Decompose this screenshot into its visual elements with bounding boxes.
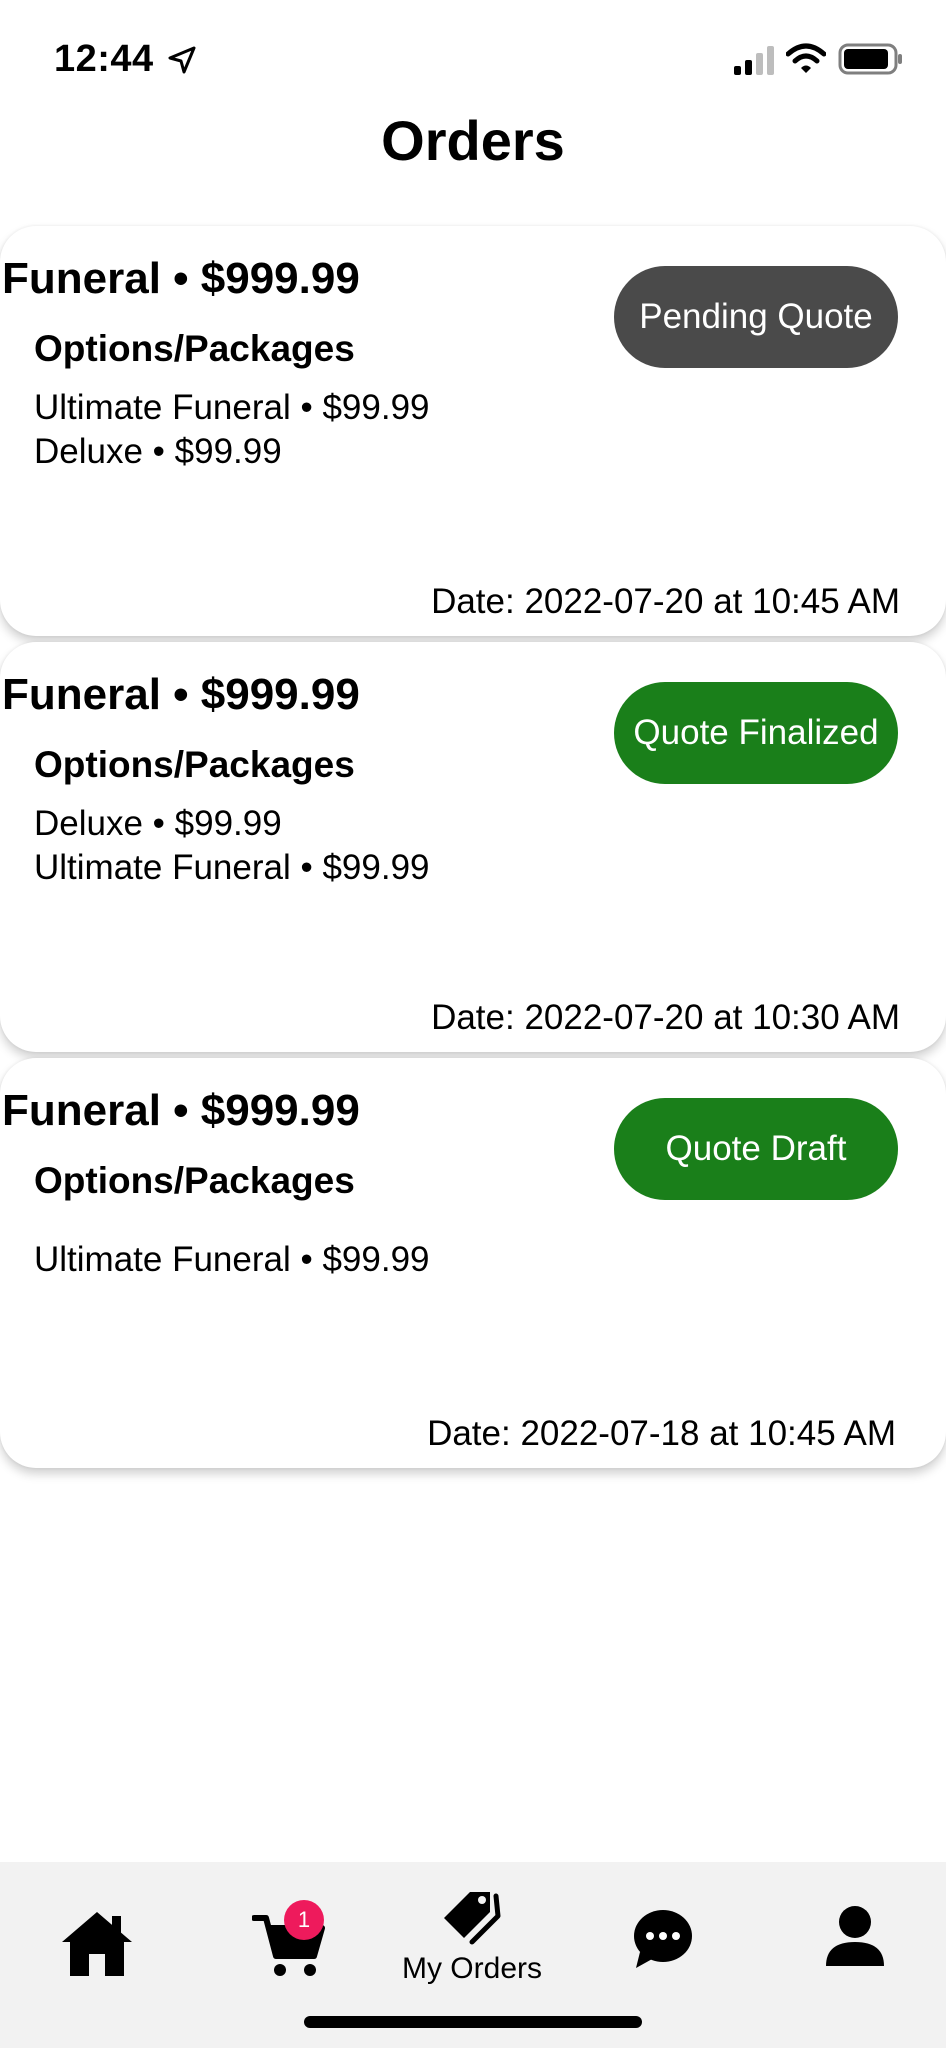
package-item: Deluxe • $99.99 <box>34 432 282 471</box>
order-title: Funeral • $999.99 <box>2 254 360 303</box>
package-list: Ultimate Funeral • $99.99 <box>34 1238 430 1282</box>
chat-icon[interactable] <box>632 1908 694 1970</box>
signal-icon <box>734 46 774 75</box>
status-badge-quote-draft[interactable]: Quote Draft <box>614 1098 898 1200</box>
tab-my-orders-label: My Orders <box>401 1952 542 1985</box>
package-item: Ultimate Funeral • $99.99 <box>34 388 430 427</box>
package-item: Ultimate Funeral • $99.99 <box>34 848 430 887</box>
order-packages-heading: Options/Packages <box>34 744 355 785</box>
user-icon[interactable] <box>824 1904 886 1968</box>
order-packages-heading: Options/Packages <box>34 1160 355 1201</box>
page-title: Orders <box>381 109 565 172</box>
tag-icon <box>444 1892 501 1945</box>
package-list: Deluxe • $99.99 Ultimate Funeral • $99.9… <box>34 802 430 890</box>
package-list: Ultimate Funeral • $99.99 Deluxe • $99.9… <box>34 386 430 474</box>
status-badge-pending-quote[interactable]: Pending Quote <box>614 266 898 368</box>
order-date: Date: 2022-07-18 at 10:45 AM <box>427 1414 896 1453</box>
cart-count-badge: 1 <box>284 1900 324 1940</box>
order-card[interactable]: Funeral • $999.99 Options/Packages Ultim… <box>0 226 946 636</box>
order-title: Funeral • $999.99 <box>2 670 360 719</box>
wifi-icon <box>786 43 826 73</box>
package-item: Ultimate Funeral • $99.99 <box>34 1240 430 1279</box>
order-card[interactable]: Funeral • $999.99 Options/Packages Ultim… <box>0 1058 946 1468</box>
status-bar: 12:44 <box>0 0 946 120</box>
order-title: Funeral • $999.99 <box>2 1086 360 1135</box>
status-time: 12:44 <box>54 38 154 80</box>
order-date: Date: 2022-07-20 at 10:30 AM <box>431 998 900 1037</box>
status-badge-quote-finalized[interactable]: Quote Finalized <box>614 682 898 784</box>
home-icon[interactable] <box>60 1908 134 1980</box>
home-indicator[interactable] <box>304 2016 642 2028</box>
location-arrow-icon <box>168 46 196 74</box>
package-item: Deluxe • $99.99 <box>34 804 282 843</box>
order-date: Date: 2022-07-20 at 10:45 AM <box>431 582 900 621</box>
battery-icon <box>838 43 902 75</box>
order-packages-heading: Options/Packages <box>34 328 355 369</box>
orders-screen: 12:44 Orders Funeral • $999.99 Options/P… <box>0 0 946 2048</box>
order-card[interactable]: Funeral • $999.99 Options/Packages Delux… <box>0 642 946 1052</box>
